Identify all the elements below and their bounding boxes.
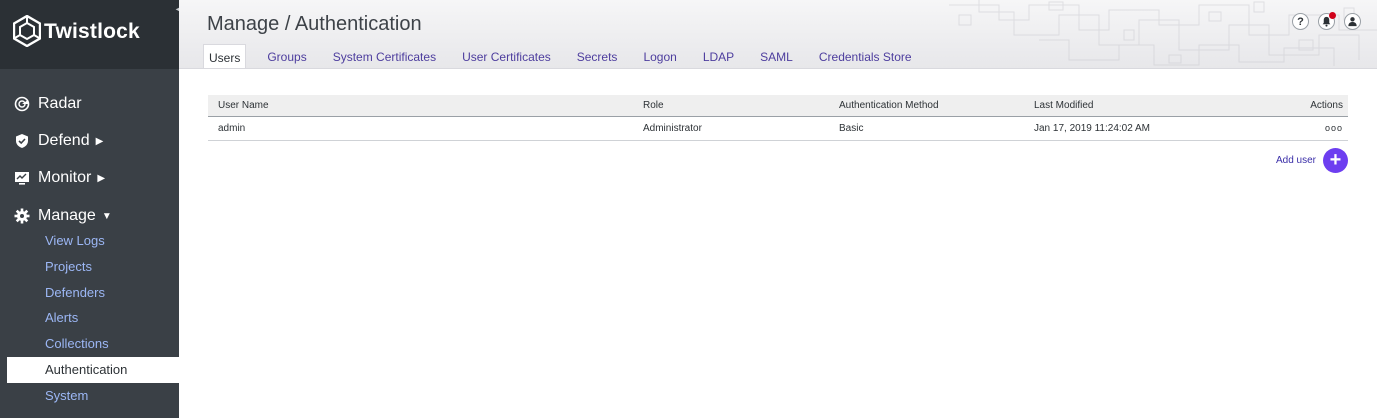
cell-last-modified: Jan 17, 2019 11:24:02 AM bbox=[1034, 123, 1151, 134]
caret-down-icon: ▼ bbox=[101, 210, 112, 222]
sidebar-item-authentication[interactable]: Authentication bbox=[7, 356, 179, 383]
monitor-icon bbox=[15, 172, 29, 185]
circuit-pattern-decoration bbox=[949, 0, 1377, 66]
nav-defend-label: Defend bbox=[38, 132, 90, 149]
twistlock-logo-icon bbox=[13, 15, 41, 47]
tab-saml[interactable]: SAML bbox=[747, 44, 806, 68]
sidebar-item-defenders[interactable]: Defenders bbox=[0, 280, 179, 306]
col-user-name[interactable]: User Name bbox=[208, 100, 643, 111]
table-row[interactable]: admin Administrator Basic Jan 17, 2019 1… bbox=[208, 117, 1348, 141]
user-glyph-icon bbox=[1348, 17, 1357, 27]
shield-icon bbox=[16, 134, 28, 148]
sidebar-item-system[interactable]: System bbox=[0, 383, 179, 409]
col-actions: Actions bbox=[1310, 100, 1343, 111]
tab-secrets[interactable]: Secrets bbox=[564, 44, 631, 68]
table-header: User Name Role Authentication Method Las… bbox=[208, 95, 1348, 117]
bell-icon[interactable] bbox=[1318, 12, 1336, 30]
users-table: User Name Role Authentication Method Las… bbox=[208, 95, 1348, 141]
cell-auth-method: Basic bbox=[839, 123, 864, 134]
nav-manage-label: Manage bbox=[38, 207, 96, 224]
brand-bar: Twistlock bbox=[0, 0, 179, 69]
col-last-modified[interactable]: Last Modified bbox=[1034, 100, 1264, 111]
tab-user-certificates[interactable]: User Certificates bbox=[449, 44, 564, 68]
sidebar-item-projects[interactable]: Projects bbox=[0, 254, 179, 280]
nav-monitor-label: Monitor bbox=[38, 169, 92, 186]
sidebar: Twistlock ◀ Radar Defend ▶ bbox=[0, 0, 189, 418]
sidebar-item-view-logs[interactable]: View Logs bbox=[0, 228, 179, 254]
manage-subnav: View Logs Projects Defenders Alerts Coll… bbox=[0, 228, 179, 409]
page-title: Manage / Authentication bbox=[207, 13, 422, 35]
caret-right-icon: ▶ bbox=[95, 135, 104, 147]
col-auth-method[interactable]: Authentication Method bbox=[839, 100, 1034, 111]
gear-icon bbox=[14, 208, 30, 224]
more-actions-icon[interactable]: ooo bbox=[1325, 123, 1343, 133]
sidebar-item-alerts[interactable]: Alerts bbox=[0, 305, 179, 331]
plus-icon[interactable]: + bbox=[1323, 148, 1348, 173]
tab-ldap[interactable]: LDAP bbox=[690, 44, 747, 68]
nav-manage[interactable]: Manage ▼ bbox=[14, 207, 112, 225]
col-role[interactable]: Role bbox=[643, 100, 839, 111]
tab-system-certificates[interactable]: System Certificates bbox=[320, 44, 449, 68]
auth-tabs: Users Groups System Certificates User Ce… bbox=[203, 44, 925, 68]
user-icon[interactable] bbox=[1344, 13, 1361, 30]
sidebar-item-collections[interactable]: Collections bbox=[0, 331, 179, 357]
cell-user-name: admin bbox=[218, 123, 246, 134]
tab-users[interactable]: Users bbox=[203, 44, 247, 68]
add-user-button[interactable]: Add user + bbox=[1276, 148, 1348, 173]
tab-groups[interactable]: Groups bbox=[254, 44, 319, 68]
cell-role: Administrator bbox=[643, 123, 702, 134]
page-header: Manage / Authentication Users Groups Sys… bbox=[179, 0, 1377, 69]
add-user-label[interactable]: Add user bbox=[1276, 155, 1316, 166]
nav-radar-label: Radar bbox=[38, 95, 82, 112]
nav-defend[interactable]: Defend ▶ bbox=[14, 132, 103, 150]
nav-radar[interactable]: Radar bbox=[14, 95, 82, 113]
radar-icon bbox=[14, 96, 30, 112]
app-root: Twistlock ◀ Radar Defend ▶ bbox=[0, 0, 1377, 418]
header-actions: ? bbox=[1292, 12, 1361, 30]
brand-name: Twistlock bbox=[44, 20, 140, 43]
notification-badge bbox=[1329, 12, 1336, 19]
help-icon[interactable]: ? bbox=[1292, 13, 1309, 30]
cell-actions: ooo bbox=[1264, 123, 1348, 134]
tab-logon[interactable]: Logon bbox=[630, 44, 689, 68]
nav-monitor[interactable]: Monitor ▶ bbox=[14, 169, 105, 187]
caret-right-icon: ▶ bbox=[97, 172, 106, 184]
tab-credentials-store[interactable]: Credentials Store bbox=[806, 44, 925, 68]
